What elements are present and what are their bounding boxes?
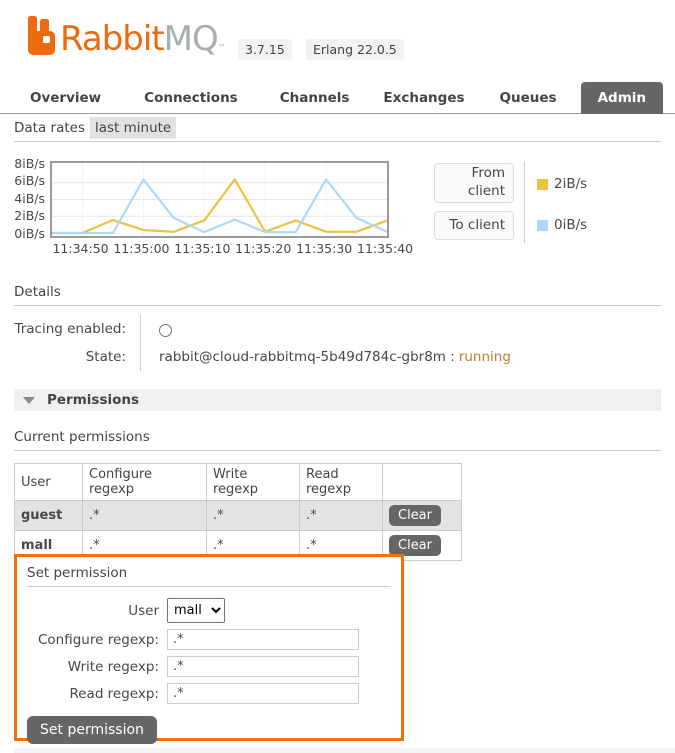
data-rates-chart xyxy=(50,161,389,238)
from-client-button[interactable]: From client xyxy=(434,163,514,203)
nav-tabbar: Overview Connections Channels Exchanges … xyxy=(0,81,675,114)
brand-rabbit: Rabbit xyxy=(60,19,165,59)
col-configure: Configure regexp xyxy=(82,463,207,501)
perm-read: .* xyxy=(299,500,383,531)
permissions-section-toggle[interactable]: Permissions xyxy=(14,389,661,411)
tab-channels[interactable]: Channels xyxy=(280,90,350,106)
tab-admin[interactable]: Admin xyxy=(580,81,663,114)
chart-x-axis: 11:34:50 11:35:00 11:35:10 11:35:20 11:35:30… xyxy=(52,241,414,256)
chevron-down-icon xyxy=(23,396,35,404)
configure-regexp-label: Configure regexp: xyxy=(37,631,159,648)
erlang-version-badge: Erlang 22.0.5 xyxy=(306,39,404,60)
current-permissions-title: Current permissions xyxy=(14,429,661,451)
tab-queues[interactable]: Queues xyxy=(500,90,557,106)
configure-regexp-input[interactable] xyxy=(167,629,359,650)
write-regexp-row: Write regexp: xyxy=(27,656,391,677)
rabbitmq-rabbit-icon xyxy=(28,16,55,55)
write-regexp-label: Write regexp: xyxy=(67,658,159,675)
state-running: running xyxy=(458,349,511,365)
data-rates-heading: Data rates last minute xyxy=(14,117,177,139)
version-badge: 3.7.15 xyxy=(238,39,292,60)
table-row: guest .* .* .* Clear xyxy=(14,500,462,531)
tracing-value xyxy=(140,315,172,343)
configure-regexp-row: Configure regexp: xyxy=(27,629,391,650)
brand-mq: MQ xyxy=(163,19,219,59)
col-write: Write regexp xyxy=(206,463,300,501)
rabbitmq-admin-page: RabbitMQ™ 3.7.15 Erlang 22.0.5 Overview … xyxy=(0,0,675,753)
perm-action-cell: Clear xyxy=(382,500,462,531)
next-section-bar xyxy=(14,748,675,753)
table-header-row: User Configure regexp Write regexp Read … xyxy=(14,463,462,501)
set-permission-button[interactable]: Set permission xyxy=(27,716,157,744)
data-rates-title: Data rates xyxy=(14,120,85,136)
user-select[interactable]: mall xyxy=(167,598,225,623)
user-select-row: User mall xyxy=(27,598,391,623)
permissions-section-title: Permissions xyxy=(47,392,140,408)
details-section-title: Details xyxy=(14,284,661,306)
legend-swatch xyxy=(537,219,548,231)
read-regexp-input[interactable] xyxy=(167,683,359,704)
chart-y-axis: 8iB/s 6iB/s 4iB/s 2iB/s 0iB/s xyxy=(14,156,45,241)
brand-text: RabbitMQ™ xyxy=(60,22,226,56)
current-permissions-table: User Configure regexp Write regexp Read … xyxy=(14,463,462,561)
legend-to-client: 0iB/s xyxy=(537,217,587,233)
read-regexp-label: Read regexp: xyxy=(69,685,159,702)
legend-from-client: 2iB/s xyxy=(537,176,587,192)
tab-overview[interactable]: Overview xyxy=(30,90,101,106)
state-value: rabbit@cloud-rabbitmq-5b49d784c-gbr8m :r… xyxy=(140,343,511,371)
perm-user: guest xyxy=(14,500,83,531)
rates-chart-svg xyxy=(52,163,387,236)
legend-divider xyxy=(524,161,525,243)
rabbitmq-logo: RabbitMQ™ xyxy=(27,16,226,56)
set-permission-title: Set permission xyxy=(27,565,391,587)
tab-exchanges[interactable]: Exchanges xyxy=(383,90,464,106)
legend-rate-label: 0iB/s xyxy=(554,217,588,233)
col-read: Read regexp xyxy=(299,463,383,501)
tracing-enabled-radio[interactable] xyxy=(159,323,172,337)
tracing-row: Tracing enabled: xyxy=(14,315,511,343)
set-permission-panel: Set permission User mall Configure regex… xyxy=(14,554,404,744)
legend-swatch xyxy=(537,178,548,190)
perm-write: .* xyxy=(206,500,300,531)
col-user: User xyxy=(14,463,83,501)
rate-range-selector[interactable]: last minute xyxy=(89,117,177,139)
tracing-label: Tracing enabled: xyxy=(14,321,126,337)
clear-permission-button[interactable]: Clear xyxy=(389,505,441,526)
state-label: State: xyxy=(85,349,126,365)
details-grid: Tracing enabled: State: rabbit@cloud-rab… xyxy=(14,315,511,371)
col-actions xyxy=(382,463,462,501)
write-regexp-input[interactable] xyxy=(167,656,359,677)
state-row: State: rabbit@cloud-rabbitmq-5b49d784c-g… xyxy=(14,343,511,371)
perm-configure: .* xyxy=(82,500,207,531)
legend-rate-label: 2iB/s xyxy=(554,176,588,192)
user-select-label: User xyxy=(128,602,159,619)
to-client-button[interactable]: To client xyxy=(434,211,514,240)
state-node: rabbit@cloud-rabbitmq-5b49d784c-gbr8m xyxy=(159,349,446,365)
state-separator: : xyxy=(450,349,455,365)
brand-trademark: ™ xyxy=(217,43,226,52)
data-rates-divider xyxy=(14,141,661,142)
read-regexp-row: Read regexp: xyxy=(27,683,391,704)
clear-permission-button[interactable]: Clear xyxy=(389,535,441,556)
tab-connections[interactable]: Connections xyxy=(144,90,238,106)
